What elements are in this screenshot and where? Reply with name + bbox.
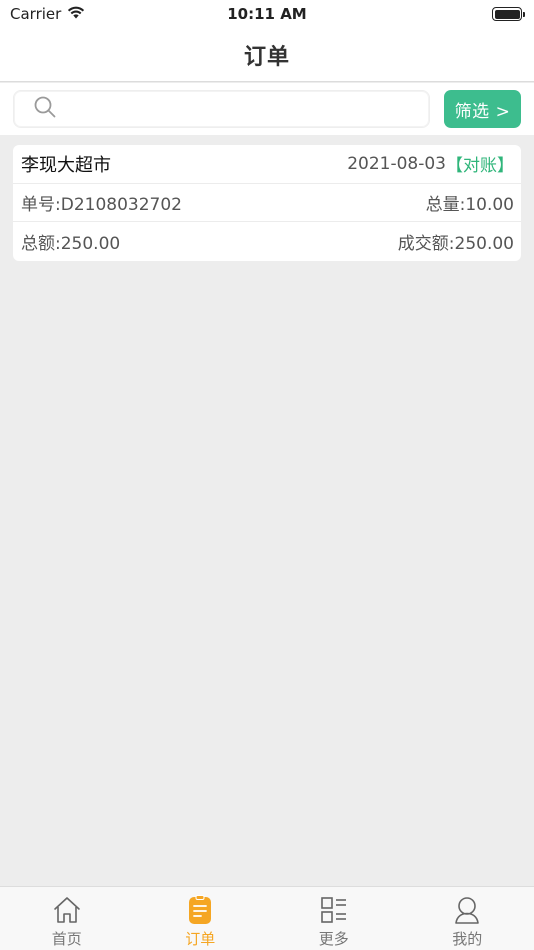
tab-mine[interactable]: 我的	[401, 887, 534, 950]
tab-label-orders: 订单	[185, 930, 216, 948]
tab-label-more: 更多	[318, 930, 349, 948]
reconcile-tag[interactable]: 【对账】	[446, 151, 514, 176]
order-number: 单号:D2108032702	[21, 194, 182, 215]
status-bar: Carrier 10:11 AM	[0, 0, 534, 28]
page-title: 订单	[243, 44, 290, 70]
tab-label-home: 首页	[51, 930, 82, 948]
battery-icon	[492, 7, 525, 21]
tab-more[interactable]: 更多	[267, 887, 401, 950]
order-date-group: 2021-08-03 【对账】	[347, 151, 514, 177]
nav-bar: 订单	[0, 28, 534, 82]
order-amount-row: 总额:250.00 成交额:250.00	[13, 222, 521, 261]
tab-orders[interactable]: 订单	[134, 887, 268, 950]
deal-amount: 成交额:250.00	[397, 233, 514, 254]
tab-label-mine: 我的	[452, 930, 483, 948]
tab-bar: 首页 订单 更多 我的	[0, 886, 534, 950]
user-icon	[452, 895, 482, 925]
total-quantity: 总量:10.00	[425, 194, 514, 215]
home-icon	[52, 895, 82, 925]
tab-home[interactable]: 首页	[0, 887, 134, 950]
shop-name: 李现大超市	[21, 154, 111, 176]
search-box[interactable]	[13, 90, 430, 128]
search-input[interactable]	[66, 91, 429, 127]
order-icon	[185, 895, 215, 925]
order-date: 2021-08-03	[347, 153, 446, 174]
order-number-row: 单号:D2108032702 总量:10.00	[13, 184, 521, 222]
filter-button[interactable]: 筛选 >	[444, 90, 521, 128]
total-amount: 总额:250.00	[21, 233, 121, 254]
carrier-label: Carrier	[10, 5, 62, 23]
search-row: 筛选 >	[0, 83, 534, 135]
order-header-row: 李现大超市 2021-08-03 【对账】	[13, 145, 521, 184]
grid-list-icon	[319, 895, 349, 925]
search-icon	[34, 96, 56, 122]
battery-fill	[494, 9, 520, 19]
wifi-icon	[67, 5, 85, 23]
order-card[interactable]: 李现大超市 2021-08-03 【对账】 单号:D2108032702 总量:…	[13, 145, 521, 261]
status-left: Carrier	[10, 5, 85, 23]
